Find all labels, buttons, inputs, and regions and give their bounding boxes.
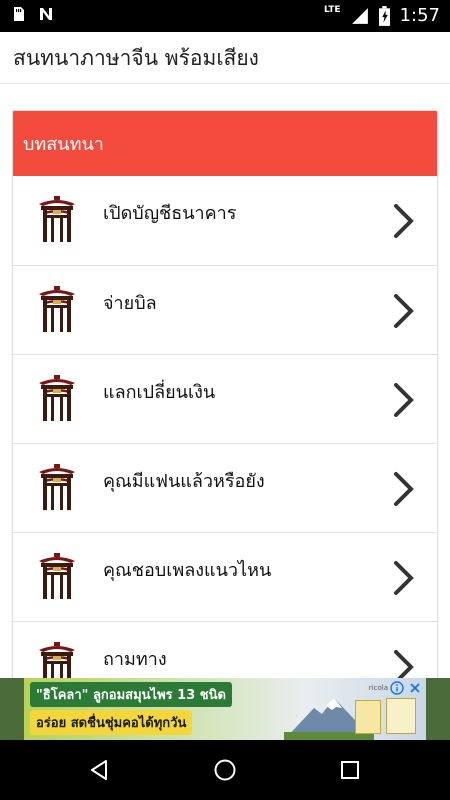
recents-icon[interactable]: [338, 758, 362, 782]
conversation-list: เปิดบัญชีธนาคาร จ่ายบิล แลกเปลี่ยนเงิน ค…: [13, 176, 437, 680]
ad-subline: อร่อย สดชื่นชุ่มคอได้ทุกวัน: [30, 710, 193, 735]
back-icon[interactable]: [88, 758, 112, 782]
list-item-label: คุณชอบเพลงแนวไหน: [103, 560, 272, 581]
chinese-gate-icon: [39, 642, 75, 679]
home-icon[interactable]: [213, 758, 237, 782]
page-title: สนทนาภาษาจีน พร้อมเสียง: [13, 46, 259, 70]
chevron-right-icon[interactable]: [393, 293, 415, 329]
chevron-right-icon[interactable]: [393, 203, 415, 239]
card-header: บทสนทนา: [13, 111, 437, 176]
ad-creative[interactable]: "ธิโคลา" ลูกอมสมุนไพร 13 ชนิด อร่อย สดชื…: [24, 678, 426, 740]
sd-card-icon: [14, 7, 24, 21]
chevron-right-icon[interactable]: [393, 382, 415, 418]
status-right: LTE 1:57: [324, 4, 440, 28]
list-item-label: แลกเปลี่ยนเงิน: [103, 382, 216, 403]
list-item[interactable]: คุณมีแฟนแล้วหรือยัง: [13, 443, 437, 532]
signal-icon: [351, 8, 368, 24]
list-item-label: เปิดบัญชีธนาคาร: [103, 203, 237, 224]
ad-close-icon[interactable]: [408, 681, 422, 695]
list-item-label: คุณมีแฟนแล้วหรือยัง: [103, 471, 265, 492]
product-pack-image: [386, 698, 416, 734]
conversation-card: บทสนทนา เปิดบัญชีธนาคาร จ่ายบิล แลกเปลี่…: [12, 110, 438, 680]
chevron-right-icon[interactable]: [393, 471, 415, 507]
list-item[interactable]: คุณชอบเพลงแนวไหน: [13, 532, 437, 621]
list-item[interactable]: แลกเปลี่ยนเงิน: [13, 354, 437, 443]
chinese-gate-icon: [39, 553, 75, 599]
list-item[interactable]: ถามทาง: [13, 621, 437, 680]
ad-info-icon[interactable]: [390, 681, 404, 695]
ad-headline: "ธิโคลา" ลูกอมสมุนไพร 13 ชนิด: [30, 682, 232, 707]
chinese-gate-icon: [39, 286, 75, 332]
app-bar: สนทนาภาษาจีน พร้อมเสียง: [0, 32, 450, 84]
product-pack-image: [355, 700, 381, 734]
status-time: 1:57: [399, 5, 440, 26]
chevron-right-icon[interactable]: [393, 649, 415, 680]
status-bar: LTE 1:57: [0, 0, 450, 32]
battery-charging-icon: [378, 6, 390, 26]
list-item-label: จ่ายบิล: [103, 293, 157, 314]
chinese-gate-icon: [39, 464, 75, 510]
chinese-gate-icon: [39, 196, 75, 242]
chevron-right-icon[interactable]: [393, 560, 415, 596]
notification-n-icon: [40, 8, 52, 20]
list-item-label: ถามทาง: [103, 649, 167, 670]
network-type-label: LTE: [324, 5, 341, 15]
chinese-gate-icon: [39, 375, 75, 421]
system-nav-bar: [0, 740, 450, 800]
list-item[interactable]: จ่ายบิล: [13, 265, 437, 354]
ad-banner[interactable]: "ธิโคลา" ลูกอมสมุนไพร 13 ชนิด อร่อย สดชื…: [0, 678, 450, 740]
status-left: [10, 6, 54, 22]
ad-brand: ricola: [368, 684, 388, 692]
list-item[interactable]: เปิดบัญชีธนาคาร: [13, 176, 437, 265]
